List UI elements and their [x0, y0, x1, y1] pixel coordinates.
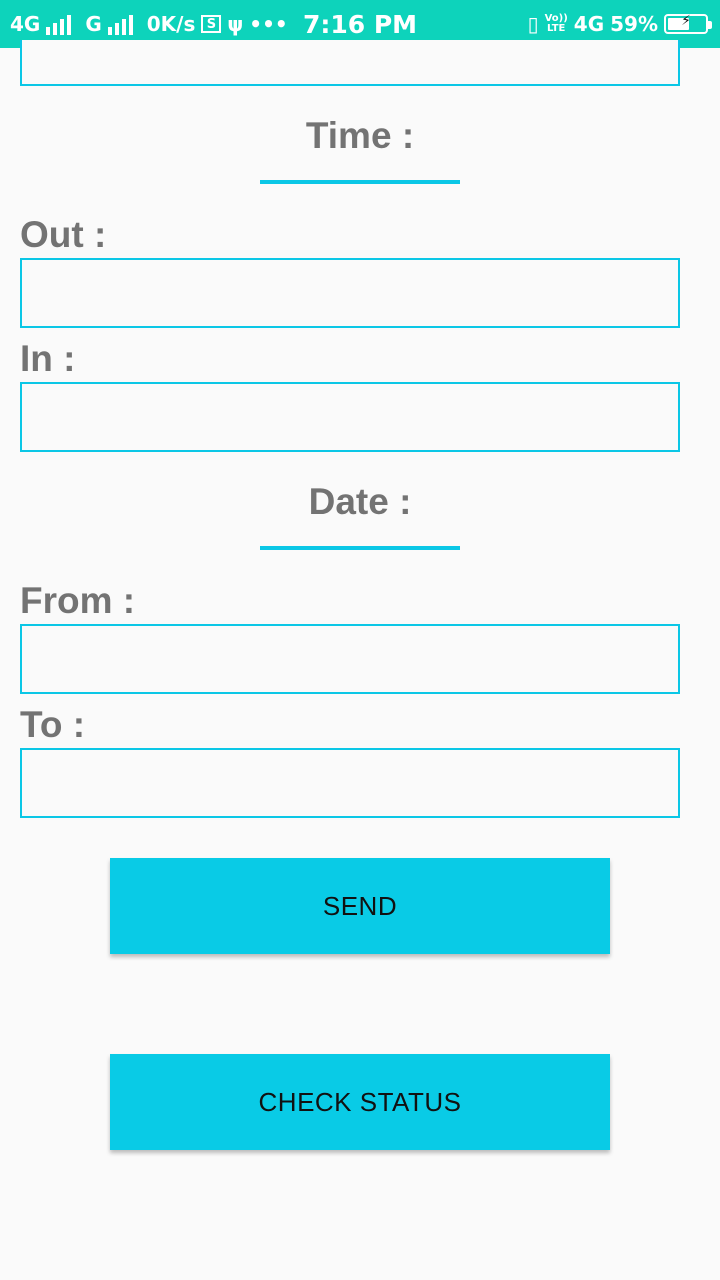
in-label: In : [20, 338, 76, 379]
battery-nub [708, 21, 712, 29]
from-label: From : [20, 580, 136, 621]
battery-icon: ⚡ [664, 13, 712, 34]
charging-bolt-icon: ⚡ [681, 13, 691, 29]
network-speed: 0K/s [146, 12, 196, 36]
in-time-input[interactable] [20, 382, 680, 452]
network-type-3: 4G [573, 12, 605, 36]
date-section-title: Date : [308, 481, 412, 522]
out-label: Out : [20, 214, 107, 255]
top-field[interactable] [20, 40, 680, 86]
out-time-input[interactable] [20, 258, 680, 328]
more-notifications-icon: ••• [249, 12, 288, 36]
usb-icon: ψ [227, 12, 244, 36]
time-section-title: Time : [305, 115, 415, 156]
time-section-divider [260, 180, 460, 184]
screenshot-icon: S [201, 15, 222, 33]
network-type-1: 4G [10, 12, 41, 36]
date-section-divider [260, 546, 460, 550]
to-date-input[interactable] [20, 748, 680, 818]
send-button[interactable]: SEND [110, 858, 610, 954]
volte-bottom-text: LTE [546, 23, 566, 34]
signal-strength-icon-2 [107, 13, 133, 35]
vibrate-icon: ▯ [527, 12, 539, 36]
to-label: To : [20, 704, 86, 745]
from-date-input[interactable] [20, 624, 680, 694]
signal-strength-icon [46, 13, 72, 35]
network-type-2: G [85, 12, 102, 36]
check-status-button[interactable]: CHECK STATUS [110, 1054, 610, 1150]
volte-icon: Vo)) LTE [545, 14, 568, 34]
battery-percent: 59% [610, 12, 658, 36]
